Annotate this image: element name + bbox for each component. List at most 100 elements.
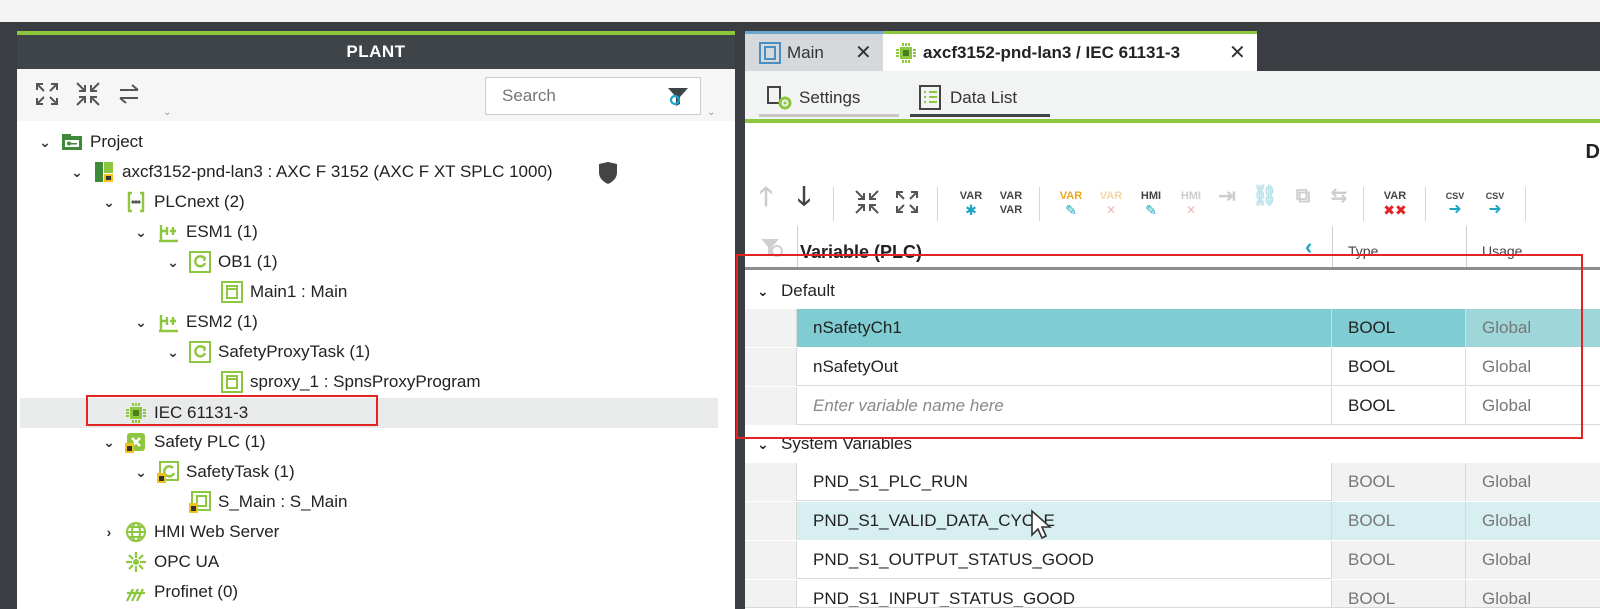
cell-usage[interactable]: Global: [1466, 580, 1600, 607]
add-variable-multi-icon[interactable]: VAR VAR: [995, 189, 1027, 219]
cell-type[interactable]: BOOL: [1332, 580, 1466, 607]
delete-variable-icon[interactable]: VAR ✕: [1095, 189, 1127, 219]
row-header[interactable]: [745, 463, 797, 501]
safety-task-icon: [157, 461, 179, 483]
subtab-settings[interactable]: Settings: [759, 83, 899, 117]
data-list-toolbar: 🡑 🡓 VAR ✱ VAR VAR VAR ✎ VAR ✕ HMI ✎ HMI ✕ ⇥ ⛓ …: [745, 181, 1600, 227]
toolbar-overflow-icon[interactable]: ⌄: [163, 107, 171, 118]
esm-icon: [159, 225, 178, 243]
chevron-down-icon[interactable]: ⌄: [165, 338, 181, 366]
top-bar: [0, 0, 1600, 22]
chevron-right-icon[interactable]: ›: [101, 518, 117, 546]
safety-program-icon: [189, 491, 211, 513]
chevron-down-icon[interactable]: ⌄: [133, 458, 149, 486]
port-assign-icon[interactable]: ⧉: [1289, 186, 1317, 219]
filter-icon[interactable]: [666, 85, 690, 109]
tree-node-label: axcf3152-pnd-lan3 : AXC F 3152 (AXC F XT…: [122, 162, 553, 181]
move-up-icon[interactable]: 🡑: [751, 183, 781, 219]
delete-hmi-icon[interactable]: HMI ✕: [1175, 189, 1207, 219]
plant-search-box[interactable]: [485, 77, 701, 115]
subtab-data-list[interactable]: Data List: [910, 83, 1050, 117]
cell-variable[interactable]: PND_S1_INPUT_STATUS_GOOD: [797, 580, 1332, 607]
chevron-down-icon[interactable]: ⌄: [101, 428, 117, 456]
chevron-down-icon[interactable]: ⌄: [37, 128, 53, 156]
task-icon: [189, 341, 211, 363]
data-list-icon: [919, 85, 941, 110]
plant-search-input[interactable]: [486, 78, 646, 114]
pencil-icon: ✎: [1145, 202, 1157, 218]
collapse-groups-icon[interactable]: [853, 189, 881, 219]
project-icon: [62, 134, 82, 150]
mouse-cursor-icon: [1031, 509, 1052, 540]
expand-groups-icon[interactable]: [893, 189, 921, 219]
chevron-down-icon[interactable]: ⌄: [69, 158, 85, 186]
cell-type[interactable]: BOOL: [1332, 502, 1466, 540]
sync-selection-icon[interactable]: [115, 81, 143, 109]
cell-usage[interactable]: Global: [1466, 463, 1600, 501]
esm-icon: [159, 315, 178, 333]
tree-node-label: sproxy_1 : SpnsProxyProgram: [250, 372, 481, 391]
plant-toolbar: ⌄ ⌄: [17, 69, 735, 121]
import-csv-icon[interactable]: CSV ➜: [1439, 189, 1471, 219]
table-row[interactable]: PND_S1_OUTPUT_STATUS_GOOD BOOL Global: [745, 541, 1600, 579]
expand-all-icon[interactable]: [33, 81, 61, 109]
cell-variable[interactable]: PND_S1_OUTPUT_STATUS_GOOD: [797, 541, 1332, 579]
export-csv-icon[interactable]: CSV ➜: [1479, 189, 1511, 219]
tree-node-label: S_Main : S_Main: [218, 492, 348, 511]
tab-main[interactable]: Main ✕: [745, 31, 883, 71]
move-down-icon[interactable]: 🡓: [789, 183, 819, 219]
close-icon[interactable]: ✕: [855, 34, 872, 72]
toolbar-separator: [1525, 187, 1526, 221]
tree-node-label: Project: [90, 132, 143, 151]
disconnect-icon[interactable]: ⛓: [1251, 186, 1279, 219]
task-icon: [189, 251, 211, 273]
chevron-down-icon[interactable]: ⌄: [133, 218, 149, 246]
tree-node-label: Profinet (0): [154, 582, 239, 601]
connect-icon[interactable]: ⇥: [1213, 185, 1241, 219]
add-variable-icon[interactable]: VAR ✱: [955, 189, 987, 219]
cell-usage[interactable]: Global: [1466, 541, 1600, 579]
subtab-label: Data List: [950, 88, 1018, 107]
subtab-label: Settings: [799, 88, 861, 107]
search-options-icon[interactable]: ⌄: [707, 107, 715, 118]
plant-tree: ⌄ Project ⌄ axcf3152-pnd-lan3 : AXC F 31…: [17, 125, 735, 609]
table-row[interactable]: PND_S1_PLC_RUN BOOL Global: [745, 463, 1600, 501]
swap-icon[interactable]: ⇆: [1325, 186, 1353, 219]
table-row[interactable]: PND_S1_VALID_DATA_CYCLE BOOL Global: [745, 502, 1600, 540]
editor-title-clipped: D: [1585, 141, 1600, 163]
cell-variable[interactable]: PND_S1_PLC_RUN: [797, 463, 1332, 501]
cell-variable[interactable]: PND_S1_VALID_DATA_CYCLE: [797, 502, 1332, 540]
tree-node-label: ESM1 (1): [186, 222, 258, 241]
chevron-down-icon[interactable]: ⌄: [133, 308, 149, 336]
tree-node-label: PLCnext (2): [154, 192, 245, 211]
collapse-all-icon[interactable]: [74, 81, 102, 109]
tab-iec61131[interactable]: axcf3152-pnd-lan3 / IEC 61131-3 ✕: [883, 31, 1257, 71]
toolbar-csv-text: CSV: [1445, 191, 1465, 201]
chevron-down-icon[interactable]: ⌄: [165, 248, 181, 276]
delete-all-variables-icon[interactable]: VAR ✖✖: [1379, 189, 1411, 219]
row-header[interactable]: [745, 502, 797, 540]
cell-type[interactable]: BOOL: [1332, 463, 1466, 501]
chevron-down-icon[interactable]: ⌄: [101, 188, 117, 216]
opcua-icon: [126, 552, 146, 572]
double-x-icon: ✖✖: [1383, 202, 1407, 218]
close-icon[interactable]: ✕: [1229, 34, 1246, 72]
shield-icon: [599, 162, 617, 184]
program-instance-icon: [221, 281, 243, 303]
cell-usage[interactable]: Global: [1466, 502, 1600, 540]
tree-node-label: SafetyTask (1): [186, 462, 295, 481]
cell-type[interactable]: BOOL: [1332, 541, 1466, 579]
table-row[interactable]: PND_S1_INPUT_STATUS_GOOD BOOL Global: [745, 580, 1600, 608]
toolbar-csv-text: CSV: [1485, 191, 1505, 201]
toolbar-var-text: VAR: [999, 204, 1023, 216]
row-header[interactable]: [745, 580, 797, 607]
pencil-icon: ✎: [1065, 202, 1077, 218]
profinet-icon: [126, 588, 145, 602]
toolbar-hmi-text: HMI: [1180, 190, 1202, 202]
toolbar-separator: [1425, 187, 1426, 221]
edit-variable-icon[interactable]: VAR ✎: [1055, 189, 1087, 219]
toolbar-var-text: VAR: [1059, 190, 1083, 202]
row-header[interactable]: [745, 541, 797, 579]
edit-hmi-icon[interactable]: HMI ✎: [1135, 189, 1167, 219]
tree-node-label: Safety PLC (1): [154, 432, 266, 451]
